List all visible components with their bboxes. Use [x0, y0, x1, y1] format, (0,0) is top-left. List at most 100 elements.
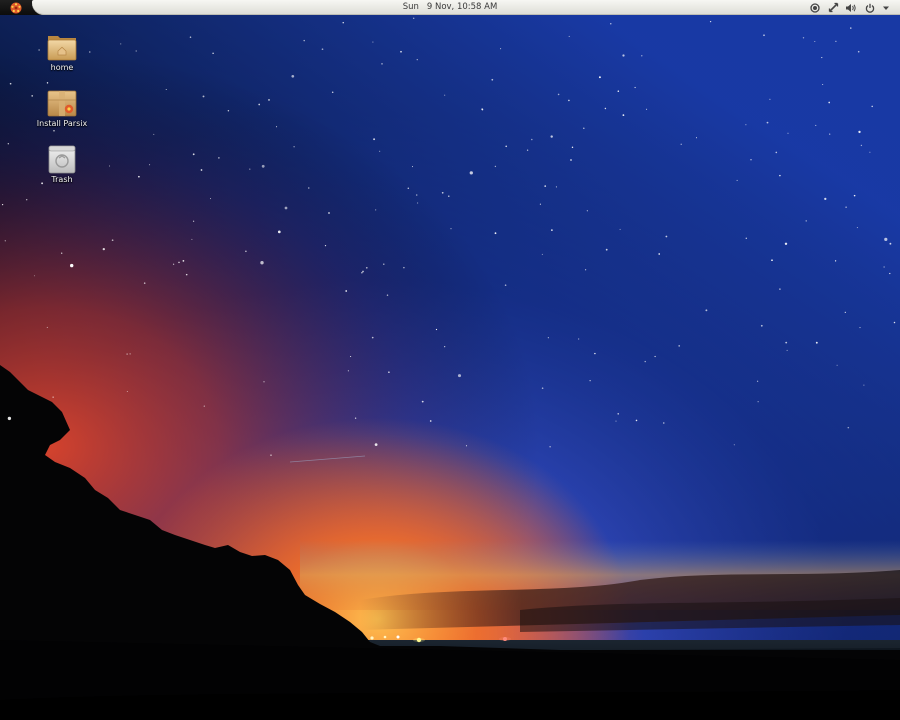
star: [61, 252, 63, 254]
star: [549, 446, 551, 448]
star: [149, 164, 151, 166]
star: [785, 341, 788, 344]
star: [375, 209, 377, 211]
clock-datetime: 9 Nov, 10:58 AM: [426, 2, 498, 12]
star: [598, 76, 601, 79]
star: [1, 204, 4, 206]
star: [654, 355, 656, 358]
star: [526, 149, 529, 151]
star: [858, 130, 861, 134]
star: [869, 151, 871, 153]
desktop-icon-install-parsix[interactable]: Install Parsix: [22, 88, 102, 128]
star: [828, 101, 831, 104]
star: [844, 311, 846, 314]
star: [293, 146, 295, 148]
power-icon[interactable]: [862, 0, 878, 15]
star: [138, 175, 140, 178]
star: [371, 336, 374, 339]
star: [531, 138, 533, 141]
volume-icon[interactable]: [843, 0, 859, 15]
star: [802, 37, 805, 39]
star: [635, 419, 638, 422]
star: [547, 337, 549, 339]
star: [70, 263, 74, 268]
star: [696, 137, 697, 139]
star: [829, 133, 831, 135]
clock[interactable]: Sun 9 Nov, 10:58 AM: [0, 0, 900, 15]
star: [893, 321, 896, 324]
star: [109, 165, 111, 167]
star: [203, 405, 205, 407]
star: [845, 206, 847, 208]
star: [815, 341, 818, 344]
star: [416, 59, 418, 61]
star: [605, 248, 608, 251]
star: [153, 133, 155, 135]
star: [46, 326, 48, 328]
star: [178, 261, 180, 264]
star: [209, 198, 212, 200]
star: [143, 282, 146, 284]
star: [403, 266, 405, 269]
star: [374, 443, 378, 446]
star: [619, 228, 621, 230]
star: [736, 179, 738, 181]
record-icon[interactable]: [807, 0, 823, 15]
desktop-icon-home[interactable]: home: [22, 32, 102, 72]
star: [769, 98, 771, 100]
star: [583, 127, 585, 130]
star: [276, 126, 278, 128]
star: [365, 266, 368, 269]
star: [268, 99, 270, 101]
star: [847, 426, 850, 429]
star: [617, 413, 619, 415]
star: [53, 129, 55, 132]
desktop-icon-label: Install Parsix: [36, 119, 88, 128]
star: [481, 108, 484, 111]
star: [745, 237, 747, 239]
star: [871, 105, 873, 108]
desktop-wallpaper: [0, 0, 900, 720]
star: [856, 227, 858, 229]
star: [435, 328, 438, 331]
star: [539, 203, 541, 205]
star: [680, 143, 682, 145]
star: [491, 78, 494, 81]
star: [321, 48, 324, 51]
star: [200, 169, 203, 171]
star: [557, 93, 560, 96]
star: [615, 420, 617, 422]
star: [218, 157, 220, 159]
star: [182, 260, 185, 262]
star: [258, 103, 261, 106]
star: [444, 346, 446, 348]
network-icon[interactable]: [825, 0, 841, 15]
star: [617, 90, 620, 92]
star: [850, 27, 852, 29]
star: [331, 91, 334, 93]
star: [705, 309, 708, 312]
star: [610, 23, 612, 25]
star: [469, 171, 473, 175]
desktop-icon-label: Trash: [51, 175, 73, 184]
star: [834, 260, 837, 262]
desktop-icon-trash[interactable]: Trash: [22, 144, 102, 184]
star: [185, 273, 188, 276]
star: [260, 261, 264, 265]
dropdown-arrow-icon[interactable]: [878, 0, 894, 15]
star: [354, 417, 357, 419]
desktop-screen: Sun 9 Nov, 10:58 AM home Install Parsix …: [0, 0, 900, 720]
star: [126, 353, 128, 355]
star: [883, 266, 885, 268]
star: [347, 370, 349, 372]
star: [413, 17, 415, 19]
star: [386, 294, 389, 296]
star: [805, 220, 807, 222]
star: [860, 144, 863, 147]
star: [709, 20, 712, 23]
star: [550, 135, 553, 138]
clock-day: Sun: [402, 2, 419, 12]
star: [786, 349, 788, 351]
star: [644, 360, 646, 363]
star: [750, 159, 752, 161]
